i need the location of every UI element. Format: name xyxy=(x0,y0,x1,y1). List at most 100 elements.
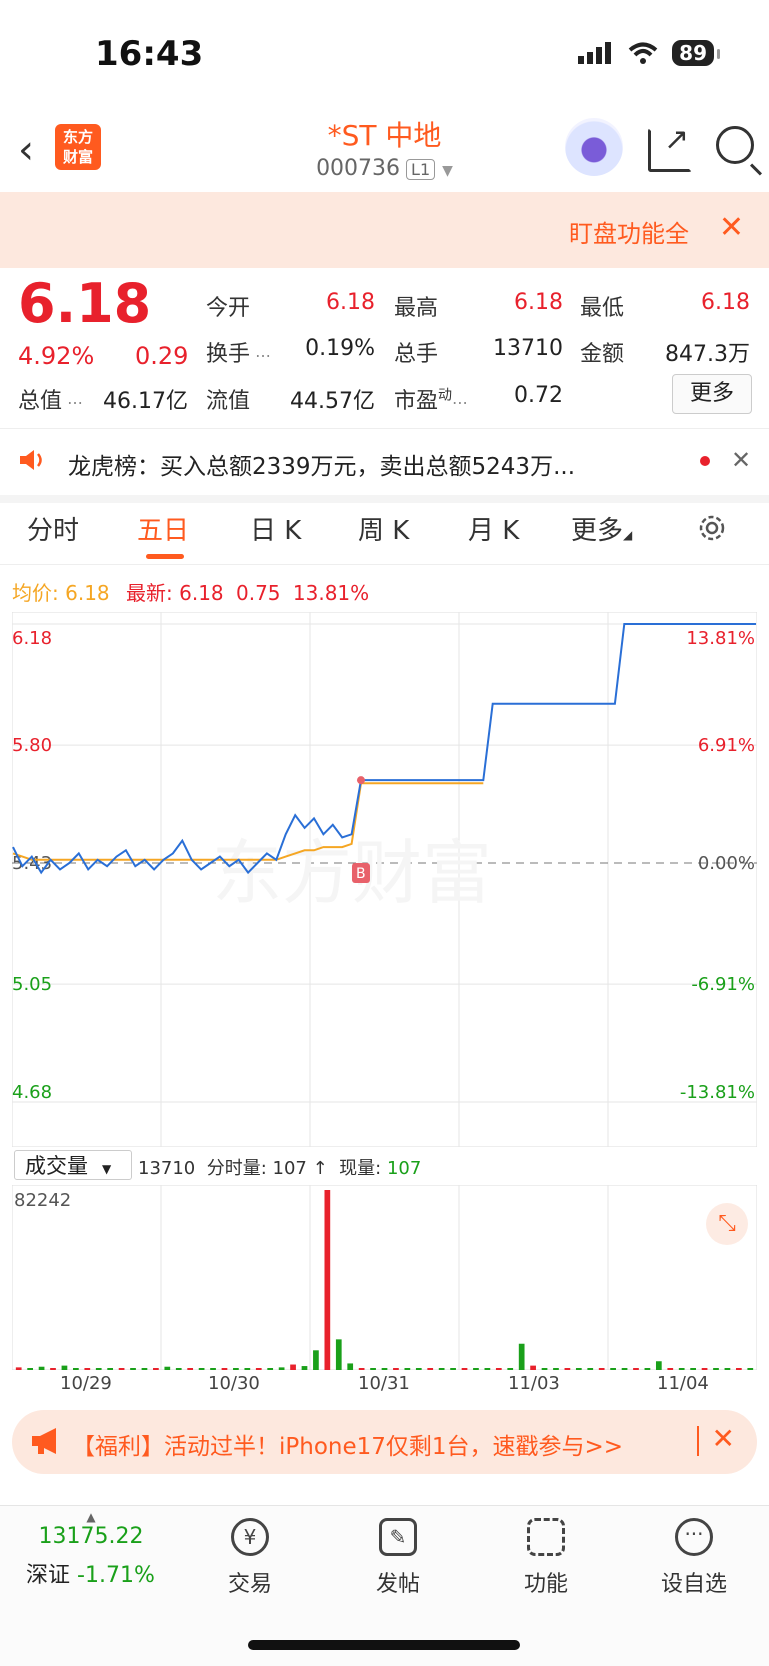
volume-bar xyxy=(587,1368,594,1370)
volume-chart[interactable] xyxy=(12,1185,757,1370)
settings-gear-icon[interactable] xyxy=(696,512,728,551)
date-label: 11/04 xyxy=(657,1373,709,1394)
volume-bar xyxy=(598,1368,605,1370)
turnover-label: 换手 ⋯ xyxy=(206,342,272,367)
volume-bar xyxy=(61,1365,68,1370)
open-value: 6.18 xyxy=(326,290,375,315)
volume-bar xyxy=(724,1368,731,1370)
edit-icon: ✎ xyxy=(379,1518,417,1556)
divider xyxy=(0,564,769,565)
float-value: 44.57亿 xyxy=(290,389,375,414)
signal-icon xyxy=(578,42,612,64)
notice-close-icon[interactable]: ✕ xyxy=(731,446,751,474)
tab-weekly-k[interactable]: 周 K xyxy=(358,510,409,547)
volume-bar xyxy=(210,1368,216,1370)
volume-bar xyxy=(713,1368,719,1370)
tab-more[interactable]: 更多◢ xyxy=(571,510,632,547)
pe-label: 市盈动⋯ xyxy=(394,387,469,414)
volume-bar xyxy=(84,1368,91,1370)
expand-icon[interactable]: ⤡ xyxy=(706,1203,748,1245)
tab-intraday[interactable]: 分时 xyxy=(27,510,79,547)
volume-bar xyxy=(107,1368,114,1370)
megaphone-icon xyxy=(30,1426,62,1460)
volume-bar xyxy=(655,1361,662,1370)
volume-bar xyxy=(50,1368,56,1370)
volume-bar xyxy=(347,1363,354,1370)
y-axis-label: 6.18 xyxy=(12,628,52,649)
volume-bar xyxy=(233,1368,239,1370)
add-watchlist-button[interactable]: ··· 设自选 xyxy=(644,1518,744,1598)
volume-bar xyxy=(324,1190,331,1370)
volume-bar xyxy=(267,1368,274,1370)
avg-value: 6.18 xyxy=(65,581,110,605)
post-button[interactable]: ✎ 发帖 xyxy=(348,1518,448,1598)
caret-up-icon: ▲ xyxy=(86,1510,96,1524)
volume-bar xyxy=(610,1368,616,1370)
monitor-banner[interactable]: 盯盘功能全 ✕ xyxy=(0,192,769,268)
volume-bar xyxy=(141,1368,148,1370)
tab-five-day[interactable]: 五日 xyxy=(137,510,189,547)
volume-bar xyxy=(667,1368,674,1370)
volume-bar xyxy=(38,1366,45,1370)
index-widget[interactable]: ▲ 13175.22 深证 -1.71% xyxy=(26,1510,155,1589)
y-axis-label: 5.80 xyxy=(12,735,52,756)
change-value: 0.29 xyxy=(135,342,189,370)
volume-bar xyxy=(621,1368,628,1370)
status-time: 16:43 xyxy=(95,34,204,74)
high-value: 6.18 xyxy=(514,290,563,315)
features-button[interactable]: 功能 xyxy=(496,1518,596,1598)
promo-text: 【福利】活动过半！iPhone17仅剩1台，速戳参与>> xyxy=(72,1434,624,1460)
ai-assistant-icon[interactable] xyxy=(565,118,623,176)
volume-bar xyxy=(187,1368,194,1370)
five-day-price-chart[interactable]: 东方财富 6.18 13.81%5.80 6.91%5.43 0.00%5.05 -6.… xyxy=(12,612,757,1147)
volume-bar xyxy=(244,1368,251,1370)
date-label: 10/29 xyxy=(60,1373,112,1394)
volume-bar xyxy=(690,1368,696,1370)
wifi-icon xyxy=(628,42,658,64)
low-value: 6.18 xyxy=(701,290,750,315)
features-label: 功能 xyxy=(523,1572,568,1597)
volume-label: 总手 xyxy=(394,342,439,367)
high-label: 最高 xyxy=(394,296,439,321)
share-arrow-icon: ↗ xyxy=(664,122,690,157)
volume-bar xyxy=(393,1368,399,1370)
volume-bar xyxy=(221,1368,228,1370)
volume-bar xyxy=(644,1368,651,1370)
trade-button[interactable]: ¥ 交易 xyxy=(200,1518,300,1598)
volume-bar xyxy=(701,1368,708,1370)
tab-underline xyxy=(146,554,184,559)
promo-close-icon[interactable]: ✕ xyxy=(712,1422,735,1455)
volume-bar xyxy=(427,1368,434,1370)
divider xyxy=(0,428,769,429)
volume-bar xyxy=(518,1343,525,1370)
volume-bar xyxy=(153,1368,159,1370)
promo-banner[interactable]: 【福利】活动过半！iPhone17仅剩1台，速戳参与>> ✕ xyxy=(12,1410,757,1474)
volume-bar xyxy=(633,1368,639,1370)
volume-bar xyxy=(313,1350,319,1370)
indicator-select[interactable]: 成交量 ▼ xyxy=(14,1150,132,1180)
volume-bar xyxy=(358,1368,365,1370)
close-icon[interactable]: ✕ xyxy=(719,210,744,245)
search-icon[interactable] xyxy=(716,126,754,164)
volume-bar xyxy=(564,1368,571,1370)
y-axis-pct-label: 0.00% xyxy=(698,853,755,874)
index-value: 13175.22 xyxy=(38,1524,144,1549)
volume-bar xyxy=(73,1368,79,1370)
y-axis-pct-label: 6.91% xyxy=(698,735,755,756)
volume-bar xyxy=(370,1368,376,1370)
more-button[interactable]: 更多 xyxy=(672,374,752,414)
change-pct: 4.92% xyxy=(18,342,95,370)
volume-bar xyxy=(541,1368,548,1370)
status-icons: 89 xyxy=(578,40,720,66)
speaker-icon xyxy=(18,447,46,477)
tab-monthly-k[interactable]: 月 K xyxy=(468,510,519,547)
date-label: 10/31 xyxy=(358,1373,410,1394)
float-label: 流值 xyxy=(206,389,251,414)
volume-bar xyxy=(15,1367,22,1370)
volume-bar xyxy=(301,1366,308,1370)
volume-bar xyxy=(450,1368,456,1370)
tab-daily-k[interactable]: 日 K xyxy=(250,510,301,547)
dragon-tiger-notice[interactable]: 龙虎榜：买入总额2339万元，卖出总额5243万... xyxy=(68,447,643,481)
grid-apps-icon xyxy=(527,1518,565,1556)
low-label: 最低 xyxy=(580,296,625,321)
